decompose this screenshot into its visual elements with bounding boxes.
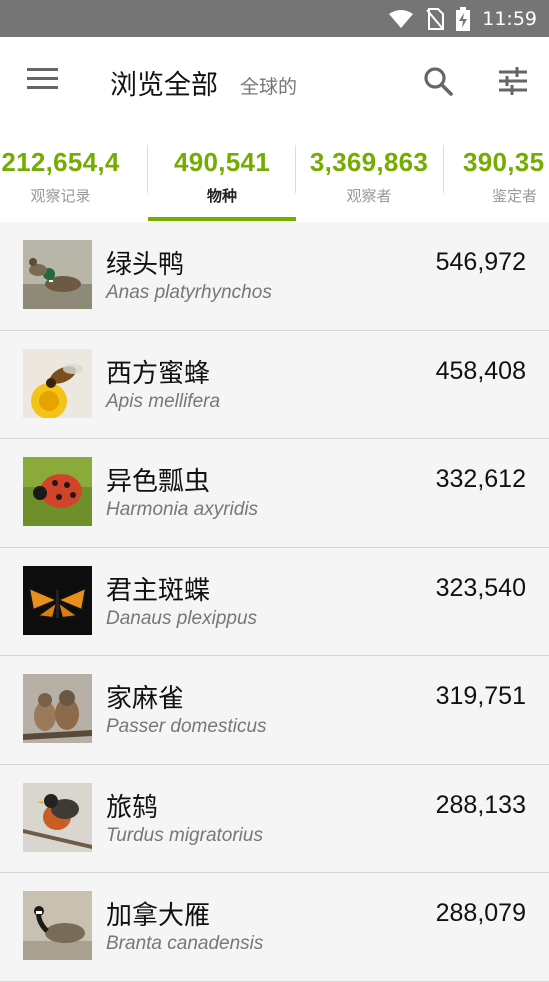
page-title: 浏览全部 (110, 70, 218, 101)
species-row[interactable]: 西方蜜蜂 Apis mellifera 458,408 (0, 330, 549, 439)
tab-observations[interactable]: 212,654,4 观察记录 (0, 123, 148, 222)
observers-count: 3,369,863 (309, 147, 429, 177)
tab-identifiers[interactable]: 390,35 鉴定者 (444, 123, 549, 222)
ladybug-thumbnail (23, 457, 92, 526)
species-row[interactable]: 绿头鸭 Anas platyrhynchos 546,972 (0, 222, 549, 331)
observations-count: 212,654,4 (1, 147, 120, 177)
observation-count: 332,612 (435, 465, 526, 493)
honeybee-thumbnail (23, 348, 92, 418)
status-time: 11:59 (482, 7, 537, 30)
active-tab-indicator (148, 217, 296, 221)
scientific-name: Turdus migratorius (106, 824, 263, 846)
battery-charging-icon (456, 6, 471, 31)
scientific-name: Apis mellifera (106, 390, 221, 412)
common-name: 绿头鸭 (106, 250, 185, 280)
species-count: 490,541 (173, 147, 271, 177)
species-row[interactable]: 旅鸫 Turdus migratorius 288,133 (0, 764, 549, 873)
species-list: 绿头鸭 Anas platyrhynchos 546,972 西方蜜蜂 Apis… (0, 222, 549, 982)
mallard-thumbnail (23, 240, 92, 309)
observers-label: 观察者 (346, 187, 392, 205)
identifiers-label: 鉴定者 (492, 187, 538, 205)
species-label: 物种 (206, 187, 237, 205)
status-icons: 11:59 (388, 0, 537, 37)
common-name: 旅鸫 (106, 792, 159, 823)
house-sparrow-thumbnail (23, 674, 92, 743)
observation-count: 319,751 (435, 682, 526, 710)
american-robin-thumbnail (23, 782, 92, 852)
tab-observers[interactable]: 3,369,863 观察者 (296, 123, 442, 222)
stats-tabs: 212,654,4 观察记录 490,541 物种 3,369,863 观察者 … (0, 123, 549, 222)
observation-count: 288,133 (435, 790, 526, 819)
wifi-icon (389, 9, 414, 28)
observation-count: 323,540 (435, 573, 526, 602)
scientific-name: Harmonia axyridis (106, 499, 259, 520)
observations-label: 观察记录 (30, 187, 91, 205)
scientific-name: Passer domesticus (106, 716, 267, 737)
species-row[interactable]: 家麻雀 Passer domesticus 319,751 (0, 656, 549, 765)
app-bar: 浏览全部 全球的 (0, 37, 549, 123)
canada-goose-thumbnail (23, 891, 92, 960)
observation-count: 458,408 (435, 356, 526, 385)
filter-icon[interactable] (497, 65, 529, 97)
search-icon[interactable] (422, 65, 454, 97)
monarch-butterfly-thumbnail (23, 565, 92, 635)
status-bar: 11:59 (0, 0, 549, 37)
scientific-name: Danaus plexippus (106, 607, 258, 629)
species-row[interactable]: 加拿大雁 Branta canadensis 288,079 (0, 873, 549, 982)
scientific-name: Branta canadensis (106, 933, 264, 954)
menu-icon[interactable] (27, 68, 58, 90)
common-name: 异色瓢虫 (106, 467, 211, 497)
tab-species[interactable]: 490,541 物种 (148, 123, 296, 222)
observation-count: 546,972 (435, 248, 526, 276)
scientific-name: Anas platyrhynchos (106, 282, 272, 303)
common-name: 家麻雀 (106, 684, 185, 714)
species-row[interactable]: 异色瓢虫 Harmonia axyridis 332,612 (0, 439, 549, 548)
observation-count: 288,079 (435, 899, 526, 927)
page-subtitle: 全球的 (240, 76, 298, 98)
common-name: 西方蜜蜂 (106, 358, 211, 389)
common-name: 加拿大雁 (106, 901, 211, 931)
common-name: 君主斑蝶 (106, 575, 211, 606)
species-row[interactable]: 君主斑蝶 Danaus plexippus 323,540 (0, 547, 549, 656)
identifiers-count: 390,35 (463, 147, 545, 177)
no-sim-icon (426, 7, 445, 30)
